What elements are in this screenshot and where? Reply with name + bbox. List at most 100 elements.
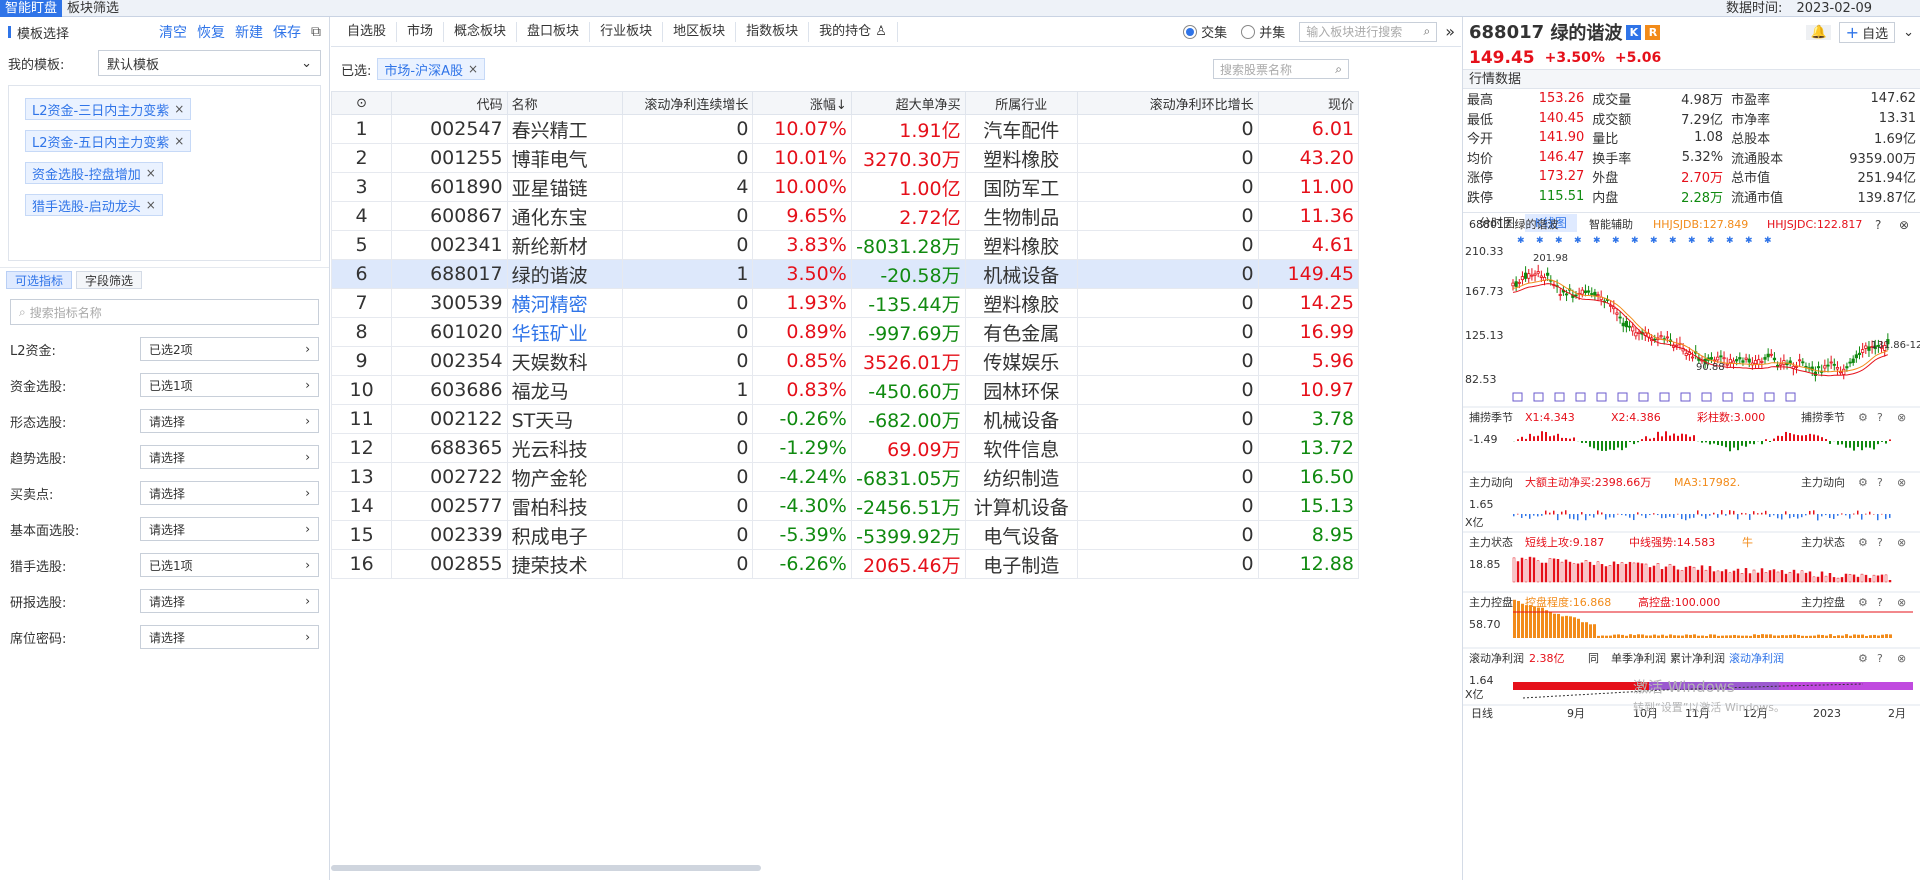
tool-icon[interactable] [1533, 392, 1544, 402]
filter-select[interactable]: 请选择 › [140, 589, 319, 613]
clear-button[interactable]: 清空 [159, 22, 187, 42]
stock-name[interactable]: 新纶新材 [506, 230, 623, 260]
tab-field-filter[interactable]: 字段筛选 [76, 271, 143, 289]
selected-market-tag[interactable]: 市场-沪深A股 × [377, 58, 486, 80]
horizontal-scrollbar[interactable] [331, 865, 761, 871]
table-row[interactable]: 14 002577 雷柏科技 0 -4.30% -2456.51万 计算机设备 0 15.13 [330, 491, 1360, 521]
stock-name[interactable]: ST天马 [506, 404, 623, 434]
help-icon[interactable]: ? [1877, 652, 1883, 665]
nav-tab[interactable]: 我的持仓 ♙ [809, 21, 898, 42]
my-template-select[interactable]: 默认模板 ⌄ [98, 50, 321, 76]
filter-select[interactable]: 请选择 › [140, 625, 319, 649]
template-tag[interactable]: 猎手选股-启动龙头 × [25, 194, 163, 216]
tool-icon[interactable] [1680, 392, 1691, 402]
tool-icon[interactable] [1764, 392, 1775, 402]
tool-icon[interactable] [1701, 392, 1712, 402]
close-icon[interactable]: ⊗ [1897, 652, 1906, 665]
stock-name[interactable]: 光云科技 [506, 433, 623, 463]
table-row[interactable]: 8 601020 华钰矿业 0 0.89% -997.69万 有色金属 0 16.99 [330, 317, 1360, 347]
tool-icon[interactable] [1596, 392, 1607, 402]
filter-select[interactable]: 已选1项 › [140, 373, 319, 397]
column-header[interactable]: 滚动净利环比增长 [1076, 91, 1259, 115]
tool-icon[interactable] [1638, 392, 1649, 402]
chevron-down-icon[interactable]: ⌄ [1903, 25, 1914, 40]
tool-icon[interactable] [1575, 392, 1586, 402]
tool-icon[interactable] [1743, 392, 1754, 402]
stock-name[interactable]: 亚星锚链 [506, 172, 623, 202]
table-row[interactable]: 4 600867 通化东宝 0 9.65% 2.72亿 生物制品 0 11.36 [330, 201, 1360, 231]
tool-icon[interactable] [1659, 392, 1670, 402]
stock-search-input[interactable]: 搜索股票名称 ⌕ [1213, 59, 1349, 79]
close-icon[interactable]: × [146, 198, 156, 212]
table-row[interactable]: 2 001255 博菲电气 0 10.01% 3270.30万 塑料橡胶 0 43.20 [330, 143, 1360, 173]
help-icon[interactable]: ? [1877, 411, 1883, 424]
stock-name[interactable]: 春兴精工 [506, 114, 623, 144]
template-tag[interactable]: L2资金-三日内主力变紫 × [25, 98, 192, 120]
close-icon[interactable]: ⊗ [1897, 411, 1906, 424]
stock-name[interactable]: 积成电子 [506, 520, 623, 550]
help-icon[interactable]: ? [1877, 536, 1883, 549]
column-header[interactable]: 超大单净买 [850, 91, 966, 115]
close-icon[interactable]: ⊗ [1897, 536, 1906, 549]
filter-select[interactable]: 请选择 › [140, 481, 319, 505]
tab-optional-indicators[interactable]: 可选指标 [6, 271, 73, 289]
close-icon[interactable]: × [468, 62, 478, 76]
table-row[interactable]: 12 688365 光云科技 0 -1.29% 69.09万 软件信息 0 13.72 [330, 433, 1360, 463]
stock-name[interactable]: 福龙马 [506, 375, 623, 405]
stock-name[interactable]: 博菲电气 [506, 143, 623, 173]
column-header[interactable]: 滚动净利连续增长 [621, 91, 754, 115]
tab-smart-watch[interactable]: 智能盯盘 [0, 0, 63, 17]
table-row[interactable]: 1 002547 春兴精工 0 10.07% 1.91亿 汽车配件 0 6.01 [330, 114, 1360, 144]
gear-icon[interactable]: ⚙ [1858, 652, 1868, 665]
tool-icon[interactable] [1617, 392, 1628, 402]
filter-select[interactable]: 请选择 › [140, 445, 319, 469]
column-header[interactable]: 现价 [1257, 91, 1360, 115]
table-row[interactable]: 16 002855 捷荣技术 0 -6.26% 2065.46万 电子制造 0 12.88 [330, 549, 1360, 579]
stock-name[interactable]: 捷荣技术 [506, 549, 623, 579]
tool-icon[interactable] [1785, 392, 1796, 402]
nav-tab[interactable]: 盘口板块 [517, 21, 591, 42]
table-row[interactable]: 6 688017 绿的谐波 1 3.50% -20.58万 机械设备 0 149.45 [330, 259, 1360, 289]
close-icon[interactable]: ⊗ [1899, 218, 1909, 232]
close-icon[interactable]: × [174, 102, 184, 116]
column-header[interactable]: 代码 [391, 91, 508, 115]
block-search-input[interactable]: 输入板块进行搜索 ⌕ [1299, 21, 1438, 42]
filter-select[interactable]: 请选择 › [140, 517, 319, 541]
stock-name[interactable]: 华钰矿业 [506, 317, 623, 347]
save-button[interactable]: 保存 [273, 22, 301, 42]
close-icon[interactable]: ⊗ [1897, 476, 1906, 489]
filter-select[interactable]: 请选择 › [140, 409, 319, 433]
stock-name[interactable]: 雷柏科技 [506, 491, 623, 521]
table-row[interactable]: 11 002122 ST天马 0 -0.26% -682.00万 机械设备 0 3.78 [330, 404, 1360, 434]
table-row[interactable]: 7 300539 横河精密 0 1.93% -135.44万 塑料橡胶 0 14.25 [330, 288, 1360, 318]
gear-icon[interactable]: ⚙ [1858, 596, 1868, 609]
help-icon[interactable]: ? [1875, 218, 1881, 232]
restore-button[interactable]: 恢复 [197, 22, 225, 42]
table-row[interactable]: 9 002354 天娱数科 0 0.85% 3526.01万 传媒娱乐 0 5.96 [330, 346, 1360, 376]
nav-tab[interactable]: 地区板块 [663, 21, 737, 42]
template-tag[interactable]: L2资金-五日内主力变紫 × [25, 130, 192, 152]
radio-union[interactable]: 并集 [1241, 22, 1285, 41]
table-row[interactable]: 13 002722 物产金轮 0 -4.24% -6831.05万 纺织制造 0 16.50 [330, 462, 1360, 492]
stock-name[interactable]: 通化东宝 [506, 201, 623, 231]
export-icon[interactable]: ⧉ [311, 24, 321, 40]
new-button[interactable]: 新建 [235, 22, 263, 42]
kline-chart[interactable]: 688017 绿的谐波 智能辅助 HHJSJDB:127.849 HHJSJDC:12… [1463, 217, 1920, 880]
expand-icon[interactable]: » [1445, 22, 1455, 41]
help-icon[interactable]: ? [1877, 596, 1883, 609]
filter-select[interactable]: 已选2项 › [140, 337, 319, 361]
table-row[interactable]: 5 002341 新纶新材 0 3.83% -8031.28万 塑料橡胶 0 4.61 [330, 230, 1360, 260]
bell-icon[interactable]: 🔔 [1806, 24, 1831, 40]
nav-tab[interactable]: 市场 [397, 21, 445, 42]
close-icon[interactable]: ⊗ [1897, 596, 1906, 609]
close-icon[interactable]: × [146, 166, 156, 180]
radio-intersection[interactable]: 交集 [1183, 22, 1227, 41]
filter-select[interactable]: 已选1项 › [140, 553, 319, 577]
tool-icon[interactable] [1512, 392, 1523, 402]
column-header[interactable]: 涨幅↓ [752, 91, 852, 115]
column-header[interactable]: 所属行业 [964, 91, 1078, 115]
table-row[interactable]: 3 601890 亚星锚链 4 10.00% 1.00亿 国防军工 0 11.00 [330, 172, 1360, 202]
close-icon[interactable]: × [174, 134, 184, 148]
nav-tab[interactable]: 指数板块 [736, 21, 810, 42]
template-tag[interactable]: 资金选股-控盘增加 × [25, 162, 163, 184]
